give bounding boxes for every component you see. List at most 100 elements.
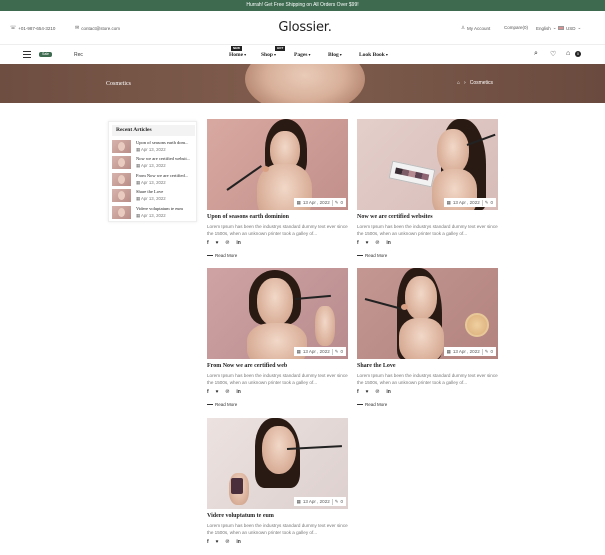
nav-shop[interactable]: HOT Shop▾ (261, 46, 286, 58)
post-title[interactable]: Now we are certified websites (357, 214, 433, 220)
facebook-icon[interactable]: f (207, 240, 209, 246)
compare-link[interactable]: Compare(0) (504, 25, 528, 30)
chevron-down-icon: ⌄ (552, 25, 557, 30)
twitter-icon[interactable]: ♥ (366, 240, 369, 246)
linkedin-icon[interactable]: in (236, 240, 240, 246)
recent-articles-widget: Recent Articles Upon of seasons earth do… (108, 121, 197, 222)
article-thumbnail[interactable] (112, 173, 131, 186)
sale-badge[interactable]: Sale (39, 52, 52, 57)
recent-article-item[interactable]: Share the Love ▦ Apr 13, 2022 (112, 189, 196, 203)
email-link[interactable]: ✉ contact@store.com (75, 25, 120, 31)
main-nav: Sale Rec NEW Home▾ HOT Shop▾ Pages▾ Blog… (0, 46, 605, 64)
post-meta: ▦ 13 Apr , 2022 ✎ 0 (443, 347, 496, 356)
article-thumbnail[interactable] (112, 156, 131, 169)
currency-select[interactable]: USD ⌄ (558, 25, 581, 31)
cart-icon[interactable]: ⌂ (566, 50, 570, 57)
recent-article-item[interactable]: From Now we are certified... ▦ Apr 13, 2… (112, 173, 196, 187)
post-image[interactable]: ▦ 13 Apr , 2022 ✎ 0 (207, 268, 348, 359)
read-more-link[interactable]: Read More (207, 253, 237, 258)
mail-icon: ✉ (75, 25, 80, 31)
post-excerpt: Lorem Ipsum has been the industrys stand… (207, 224, 348, 236)
share-links: f ♥ ℗ in (207, 240, 241, 246)
recent-article-item[interactable]: Now we are certified websit... ▦ Apr 13,… (112, 156, 196, 170)
site-logo[interactable]: Glossier. (265, 20, 345, 35)
calendar-icon: ▦ (296, 199, 301, 205)
linkedin-icon[interactable]: in (236, 539, 240, 545)
recent-article-item[interactable]: Upon of seasons earth dom... ▦ Apr 13, 2… (112, 140, 196, 154)
promo-bar: Hurrah! Get Free Shipping on All Orders … (0, 0, 605, 11)
facebook-icon[interactable]: f (207, 389, 209, 395)
comment-icon: ✎ (334, 348, 339, 354)
facebook-icon[interactable]: f (357, 240, 359, 246)
post-title[interactable]: Videre voluptatum te eum (207, 513, 274, 519)
share-links: f ♥ ℗ in (357, 240, 391, 246)
calendar-icon: ▦ (446, 199, 451, 205)
article-thumbnail[interactable] (112, 206, 131, 219)
calendar-icon: ▦ (136, 163, 141, 168)
language-select[interactable]: English ⌄ (536, 25, 557, 31)
twitter-icon[interactable]: ♥ (216, 240, 219, 246)
article-thumbnail[interactable] (112, 189, 131, 202)
calendar-icon: ▦ (136, 180, 141, 185)
post-meta: ▦ 13 Apr , 2022 ✎ 0 (293, 497, 346, 506)
calendar-icon: ▦ (296, 498, 301, 504)
facebook-icon[interactable]: f (207, 539, 209, 545)
facebook-icon[interactable]: f (357, 389, 359, 395)
chevron-down-icon: ▾ (273, 52, 276, 57)
post-excerpt: Lorem Ipsum has been the industrys stand… (357, 224, 498, 236)
read-more-link[interactable]: Read More (207, 402, 237, 407)
nav-home[interactable]: NEW Home▾ (229, 46, 247, 58)
nav-look-book[interactable]: Look Book▾ (359, 52, 388, 58)
post-title[interactable]: Upon of seasons earth dominion (207, 214, 289, 220)
share-links: f ♥ ℗ in (357, 389, 391, 395)
pinterest-icon[interactable]: ℗ (226, 389, 230, 395)
site-header: ☏ +01-987-654-3210 ✉ contact@store.com G… (0, 11, 605, 45)
comment-icon: ✎ (484, 348, 489, 354)
post-image[interactable]: ▦ 13 Apr , 2022 ✎ 0 (207, 119, 348, 210)
twitter-icon[interactable]: ♥ (216, 389, 219, 395)
nav-blog[interactable]: Blog▾ (328, 52, 342, 58)
pinterest-icon[interactable]: ℗ (226, 240, 230, 246)
search-icon[interactable]: ⌕ (534, 50, 538, 58)
comment-icon: ✎ (484, 199, 489, 205)
page-banner: Cosmetics ⌂ › Cosmetics (0, 64, 605, 103)
page-title: Cosmetics (106, 81, 131, 87)
twitter-icon[interactable]: ♥ (366, 389, 369, 395)
linkedin-icon[interactable]: in (386, 240, 390, 246)
post-excerpt: Lorem Ipsum has been the industrys stand… (207, 373, 348, 385)
recent-article-item[interactable]: Videre voluptatum te eum ▦ Apr 13, 2022 (112, 206, 196, 220)
account-link[interactable]: ♙ My Account (461, 25, 490, 31)
read-more-link[interactable]: Read More (357, 253, 387, 258)
chevron-down-icon: ▾ (244, 52, 247, 57)
promo-text: Hurrah! Get Free Shipping on All Orders … (246, 2, 359, 8)
post-title[interactable]: From Now we are certified web (207, 363, 287, 369)
post-image[interactable]: ▦ 13 Apr , 2022 ✎ 0 (357, 268, 498, 359)
pinterest-icon[interactable]: ℗ (376, 389, 380, 395)
pinterest-icon[interactable]: ℗ (376, 240, 380, 246)
linkedin-icon[interactable]: in (386, 389, 390, 395)
user-icon: ♙ (461, 25, 466, 30)
calendar-icon: ▦ (296, 348, 301, 354)
post-title[interactable]: Share the Love (357, 363, 396, 369)
calendar-icon: ▦ (136, 196, 141, 201)
post-image[interactable]: ▦ 13 Apr , 2022 ✎ 0 (357, 119, 498, 210)
post-meta: ▦ 13 Apr , 2022 ✎ 0 (293, 347, 346, 356)
twitter-icon[interactable]: ♥ (216, 539, 219, 545)
article-thumbnail[interactable] (112, 140, 131, 153)
post-meta: ▦ 13 Apr , 2022 ✎ 0 (443, 198, 496, 207)
breadcrumb: ⌂ › Cosmetics (457, 80, 493, 86)
widget-title: Recent Articles (112, 125, 195, 136)
nav-pages[interactable]: Pages▾ (294, 52, 310, 58)
phone-link[interactable]: ☏ +01-987-654-3210 (10, 25, 55, 31)
post-meta: ▦ 13 Apr , 2022 ✎ 0 (293, 198, 346, 207)
post-image[interactable]: ▦ 13 Apr , 2022 ✎ 0 (207, 418, 348, 509)
pinterest-icon[interactable]: ℗ (226, 539, 230, 545)
breadcrumb-separator: › (464, 80, 466, 86)
read-more-link[interactable]: Read More (357, 402, 387, 407)
rec-link[interactable]: Rec (74, 52, 83, 58)
us-flag-icon (558, 26, 564, 30)
home-icon[interactable]: ⌂ (457, 80, 460, 86)
heart-icon[interactable]: ♡ (550, 50, 556, 58)
linkedin-icon[interactable]: in (236, 389, 240, 395)
menu-icon[interactable] (23, 51, 31, 58)
